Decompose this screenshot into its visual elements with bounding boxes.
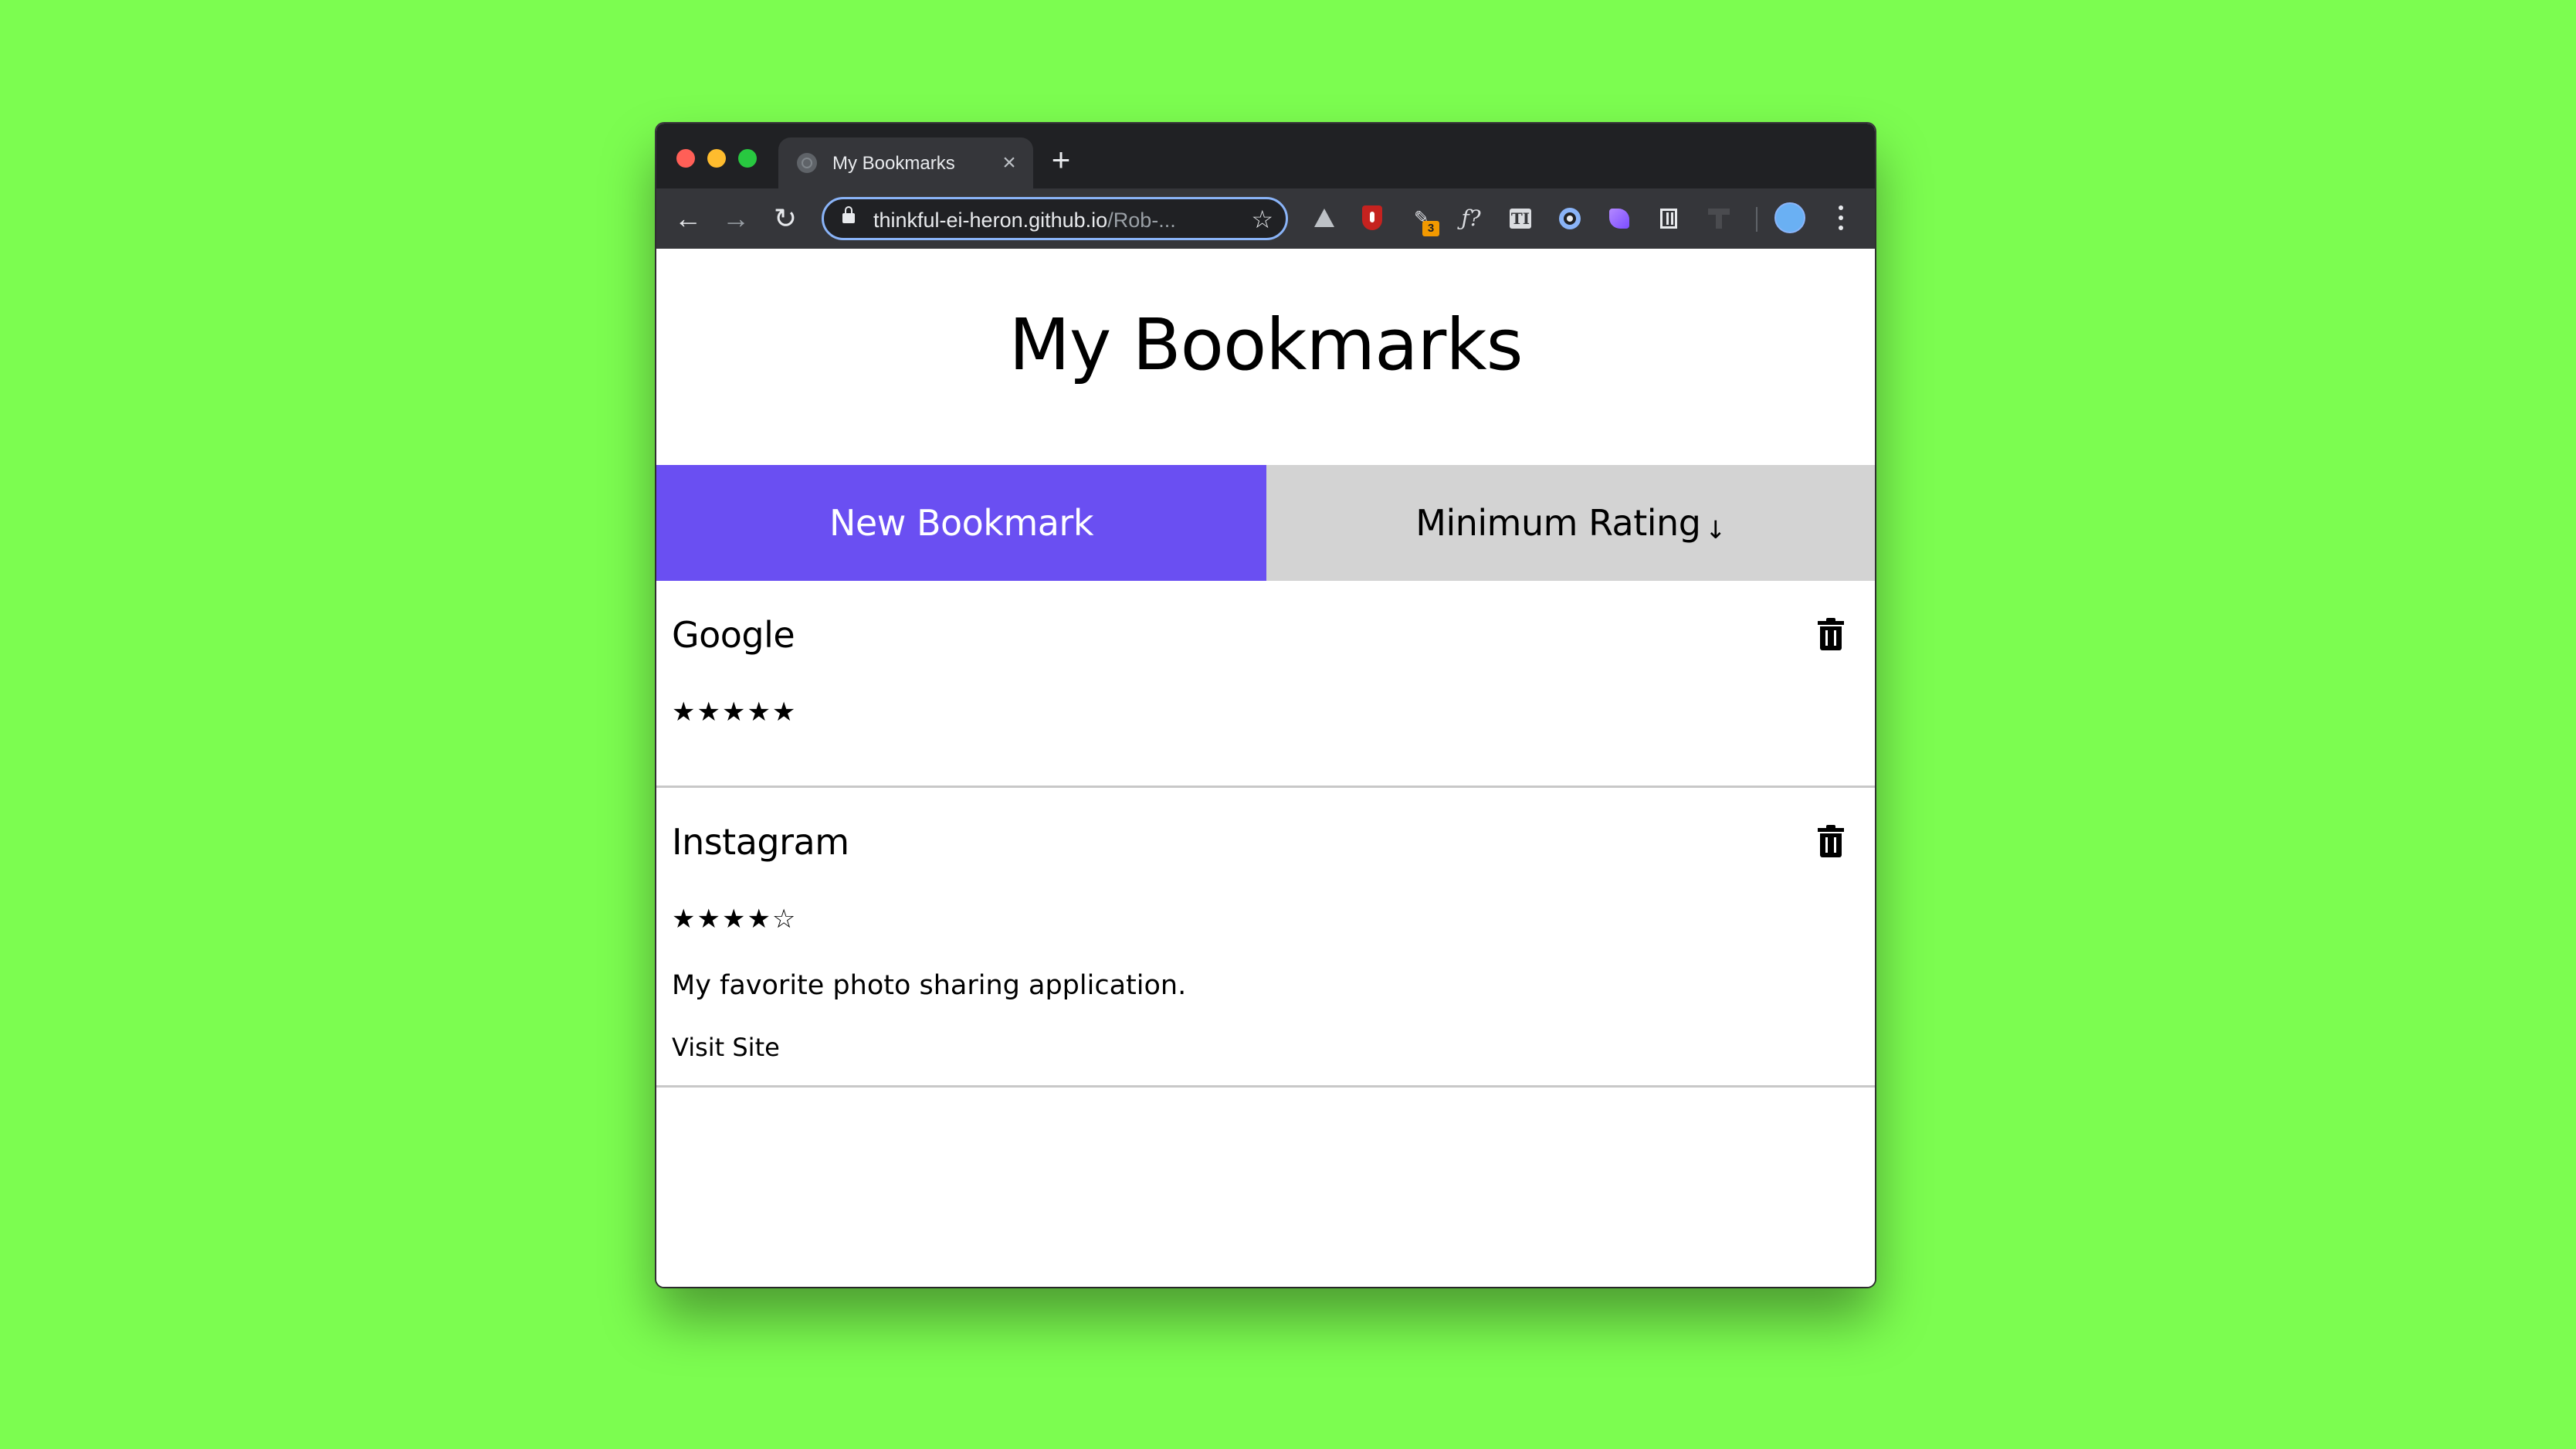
url-path: /Rob-... <box>1107 209 1176 232</box>
star-rating: ★★★★★ <box>672 697 798 728</box>
minimum-rating-label: Minimum Rating <box>1415 502 1701 544</box>
globe-icon <box>797 153 817 173</box>
star-rating: ★★★★☆ <box>672 904 798 935</box>
profile-avatar[interactable] <box>1774 202 1805 233</box>
page-content: My Bookmarks New Bookmark Minimum Rating… <box>656 249 1875 1287</box>
text-icon[interactable]: TI <box>1506 204 1535 233</box>
disabled-extension-icon[interactable] <box>1703 204 1733 233</box>
reload-button[interactable]: ↻ <box>766 199 805 238</box>
trash-icon[interactable] <box>1654 204 1683 233</box>
bookmark-item[interactable]: Instagram ★★★★☆ My favorite photo sharin… <box>656 788 1875 1088</box>
new-tab-button[interactable]: + <box>1042 142 1080 179</box>
close-window-button[interactable] <box>676 149 695 168</box>
page-title: My Bookmarks <box>1008 304 1523 386</box>
bookmark-title[interactable]: Instagram <box>672 820 849 864</box>
minimize-window-button[interactable] <box>707 149 726 168</box>
circle-icon[interactable] <box>1555 204 1585 233</box>
delete-icon[interactable] <box>1818 825 1844 857</box>
bookmark-description: My favorite photo sharing application. <box>672 970 1187 1001</box>
forward-button[interactable]: → <box>717 199 755 238</box>
tab-strip: My Bookmarks × + <box>656 124 1875 188</box>
bookmark-item[interactable]: Google ★★★★★ <box>656 581 1875 788</box>
maximize-window-button[interactable] <box>738 149 757 168</box>
text-icon-label: TI <box>1510 209 1531 229</box>
url-text[interactable]: thinkful-ei-heron.github.io/Rob-... <box>873 209 1176 232</box>
menu-icon[interactable] <box>1825 202 1856 233</box>
bookmark-star-icon[interactable]: ☆ <box>1251 205 1273 233</box>
tab-title: My Bookmarks <box>832 153 955 174</box>
delete-icon[interactable] <box>1818 618 1844 650</box>
extension-badge: 3 <box>1422 221 1439 236</box>
ublock-icon[interactable] <box>1357 204 1387 233</box>
url-host: thinkful-ei-heron.github.io <box>873 209 1108 232</box>
lock-icon[interactable] <box>842 206 855 226</box>
extension-icon[interactable]: ✎ 3 <box>1407 204 1439 236</box>
purple-extension-icon[interactable] <box>1605 204 1634 233</box>
tab-my-bookmarks[interactable]: My Bookmarks × <box>778 137 1033 188</box>
math-icon[interactable]: ƒ? <box>1456 204 1486 233</box>
close-tab-icon[interactable]: × <box>996 150 1022 176</box>
address-bar[interactable]: thinkful-ei-heron.github.io/Rob-... ☆ <box>822 197 1288 240</box>
new-bookmark-button[interactable]: New Bookmark <box>656 465 1266 581</box>
browser-toolbar: ← → ↻ thinkful-ei-heron.github.io/Rob-..… <box>656 188 1875 249</box>
minimum-rating-select[interactable]: Minimum Rating ↓ <box>1266 465 1875 581</box>
back-button[interactable]: ← <box>669 199 707 238</box>
bookmark-title[interactable]: Google <box>672 613 795 657</box>
google-drive-icon[interactable] <box>1310 204 1339 233</box>
toolbar-separator <box>1756 207 1757 232</box>
arrow-down-icon: ↓ <box>1705 515 1726 545</box>
browser-window: My Bookmarks × + ← → ↻ thinkful-ei-heron… <box>656 124 1875 1287</box>
visit-site-link[interactable]: Visit Site <box>672 1032 780 1063</box>
